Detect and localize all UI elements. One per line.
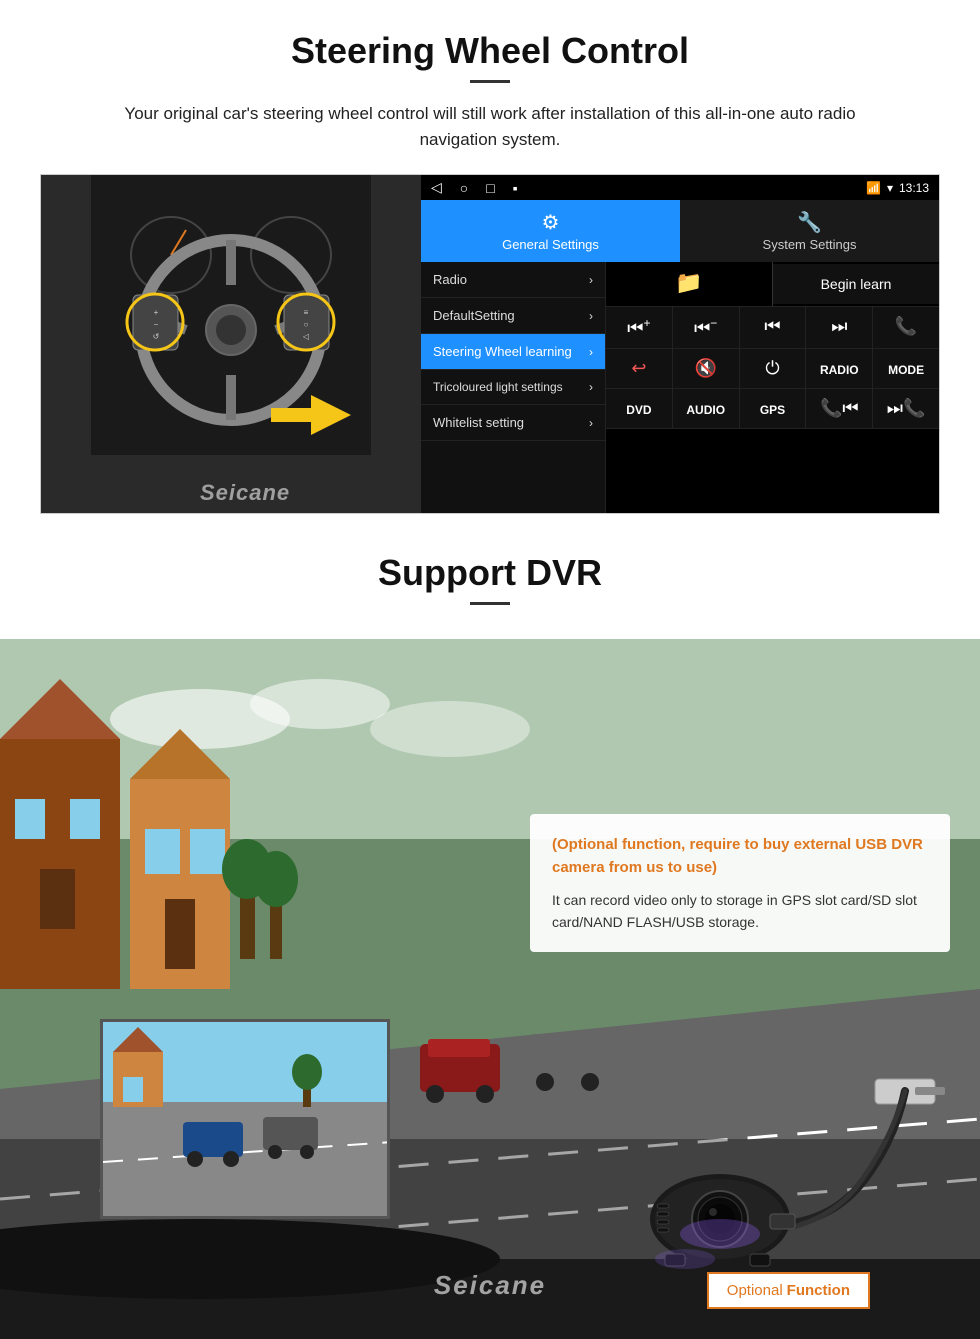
call-button[interactable]: 📞 [873, 307, 939, 348]
tab-general-settings[interactable]: ⚙ General Settings [421, 200, 680, 262]
radio-button[interactable]: RADIO [806, 349, 873, 388]
audio-button[interactable]: AUDIO [673, 389, 740, 428]
control-row-3: DVD AUDIO GPS 📞⏮ ⏭📞 [606, 389, 939, 429]
android-controls: 📁 Begin learn ⏮+ ⏮− ⏮ ⏭ 📞 ↩ [606, 262, 939, 513]
steering-content-area: + − ↺ ≡ ○ ◁ ◁ ○ [40, 174, 940, 514]
seicane-watermark-steering: Seicane [200, 480, 290, 506]
chevron-right-icon: › [589, 380, 593, 394]
dvr-optional-text: (Optional function, require to buy exter… [552, 834, 928, 879]
android-tabs: ⚙ General Settings 🔧 System Settings [421, 200, 939, 262]
android-nav: ◁ ○ □ ▪ [431, 179, 518, 196]
title-divider [470, 80, 510, 83]
status-right: 📶 ▾ 13:13 [866, 181, 929, 195]
menu-item-default-setting[interactable]: DefaultSetting › [421, 298, 605, 334]
file-icon: 📁 [606, 262, 772, 296]
dvd-button[interactable]: DVD [606, 389, 673, 428]
svg-text:+: + [154, 308, 159, 317]
nav-square-icon[interactable]: □ [486, 180, 494, 196]
svg-text:◁: ◁ [303, 332, 310, 341]
controls-top-row: 📁 Begin learn [606, 262, 939, 307]
power-button[interactable]: ⏻ [740, 349, 807, 388]
dvr-title-area: Support DVR [0, 524, 980, 639]
android-body: Radio › DefaultSetting › Steering Wheel … [421, 262, 939, 513]
svg-text:−: − [154, 320, 159, 329]
chevron-right-icon: › [589, 416, 593, 430]
prev-track-button[interactable]: ⏮ [740, 307, 807, 348]
controls-empty-slot: 📁 [606, 262, 773, 306]
nav-back-icon[interactable]: ◁ [431, 179, 442, 196]
dvr-camera-svg [585, 1059, 955, 1289]
vol-up-button[interactable]: ⏮+ [606, 307, 673, 348]
chevron-right-icon: › [589, 345, 593, 359]
menu-item-radio[interactable]: Radio › [421, 262, 605, 298]
android-statusbar: ◁ ○ □ ▪ 📶 ▾ 13:13 [421, 175, 939, 200]
clock: 13:13 [899, 181, 929, 195]
function-label: Function [787, 1282, 850, 1299]
settings-gear-icon: ⚙ [542, 210, 560, 235]
wifi-icon: ▾ [887, 181, 893, 195]
dvr-body-text: It can record video only to storage in G… [552, 889, 928, 934]
road-inset-image [100, 1019, 390, 1219]
tab-system-settings[interactable]: 🔧 System Settings [680, 200, 939, 262]
mute-button[interactable]: 🔇 [673, 349, 740, 388]
menu-item-whitelist[interactable]: Whitelist setting › [421, 405, 605, 441]
vol-down-button[interactable]: ⏮− [673, 307, 740, 348]
control-row-2: ↩ 🔇 ⏻ RADIO MODE [606, 349, 939, 389]
optional-label: Optional [727, 1282, 783, 1299]
tab-system-label: System Settings [763, 237, 857, 252]
dvr-info-card: (Optional function, require to buy exter… [530, 814, 950, 952]
signal-icon: 📶 [866, 181, 881, 195]
nav-menu-icon[interactable]: ▪ [513, 180, 518, 196]
gps-button[interactable]: GPS [740, 389, 807, 428]
steering-wheel-svg: + − ↺ ≡ ○ ◁ [91, 175, 371, 455]
dvr-title: Support DVR [0, 552, 980, 594]
svg-text:≡: ≡ [304, 308, 309, 317]
optional-function-badge: Optional Function [707, 1272, 870, 1309]
next-track-button[interactable]: ⏭ [806, 307, 873, 348]
begin-learn-button[interactable]: Begin learn [773, 264, 939, 304]
nav-home-icon[interactable]: ○ [460, 180, 468, 196]
chevron-right-icon: › [589, 309, 593, 323]
svg-text:↺: ↺ [153, 332, 160, 341]
dvr-photo-area: (Optional function, require to buy exter… [0, 639, 980, 1339]
section-subtitle: Your original car's steering wheel contr… [90, 101, 890, 152]
inset-road-svg [103, 1022, 390, 1219]
system-icon: 🔧 [797, 210, 822, 235]
skip-call-button[interactable]: ⏭📞 [873, 389, 939, 428]
seicane-watermark-dvr: Seicane [434, 1270, 546, 1301]
dvr-camera-device [585, 1059, 955, 1289]
steering-photo: + − ↺ ≡ ○ ◁ [41, 175, 421, 513]
menu-item-steering-learning[interactable]: Steering Wheel learning › [421, 334, 605, 370]
svg-text:○: ○ [304, 320, 309, 329]
android-menu: Radio › DefaultSetting › Steering Wheel … [421, 262, 606, 513]
page-title: Steering Wheel Control [40, 30, 940, 72]
android-panel: ◁ ○ □ ▪ 📶 ▾ 13:13 ⚙ General Settings [421, 175, 939, 513]
mode-button[interactable]: MODE [873, 349, 939, 388]
dvr-title-divider [470, 602, 510, 605]
control-row-1: ⏮+ ⏮− ⏮ ⏭ 📞 [606, 307, 939, 349]
chevron-right-icon: › [589, 273, 593, 287]
hang-up-button[interactable]: ↩ [606, 349, 673, 388]
tab-general-label: General Settings [502, 237, 599, 252]
call-prev-button[interactable]: 📞⏮ [806, 389, 873, 428]
steering-section: Steering Wheel Control Your original car… [0, 0, 980, 514]
dvr-section: Support DVR [0, 524, 980, 1339]
menu-item-tricoloured[interactable]: Tricoloured light settings › [421, 370, 605, 405]
